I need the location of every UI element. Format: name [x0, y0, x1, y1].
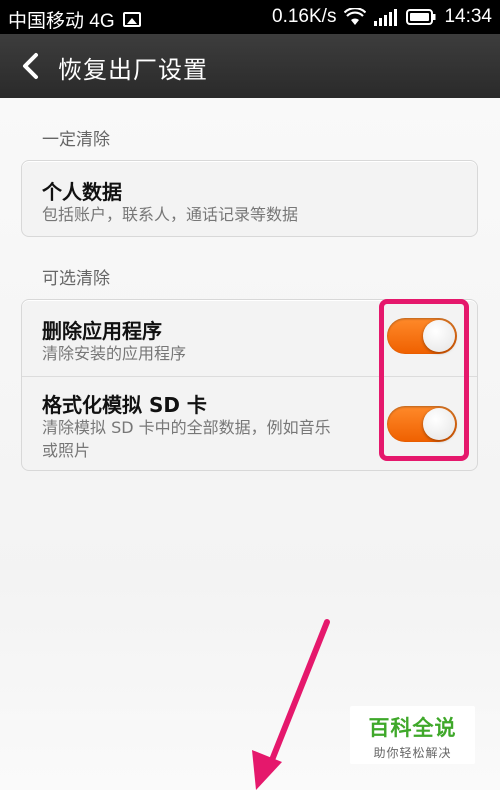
watermark-title: 百科全说	[368, 716, 457, 740]
chevron-left-icon	[23, 53, 38, 79]
settings-content: 一定清除 个人数据 包括账户，联系人，通话记录等数据 可选清除 删除应用程序 清…	[0, 98, 500, 790]
image-notification-icon	[122, 12, 141, 27]
carrier-label: 中国移动 4G	[8, 11, 115, 32]
page-title: 恢复出厂设置	[58, 56, 208, 84]
network-speed: 0.16K/s	[272, 6, 337, 27]
watermark-subtitle: 助你轻松解决	[373, 746, 452, 760]
signal-icon	[374, 8, 398, 26]
back-button[interactable]	[14, 48, 50, 84]
pointer-arrow-icon	[252, 619, 330, 790]
clock: 14:34	[444, 6, 492, 27]
status-bar: 中国移动 4G 0.16K/s 14:34	[0, 0, 500, 34]
watermark-logo: 百科全说 助你轻松解决	[350, 706, 475, 764]
title-bar: 恢复出厂设置	[0, 34, 500, 98]
battery-icon	[406, 9, 436, 25]
wifi-icon	[344, 8, 367, 26]
